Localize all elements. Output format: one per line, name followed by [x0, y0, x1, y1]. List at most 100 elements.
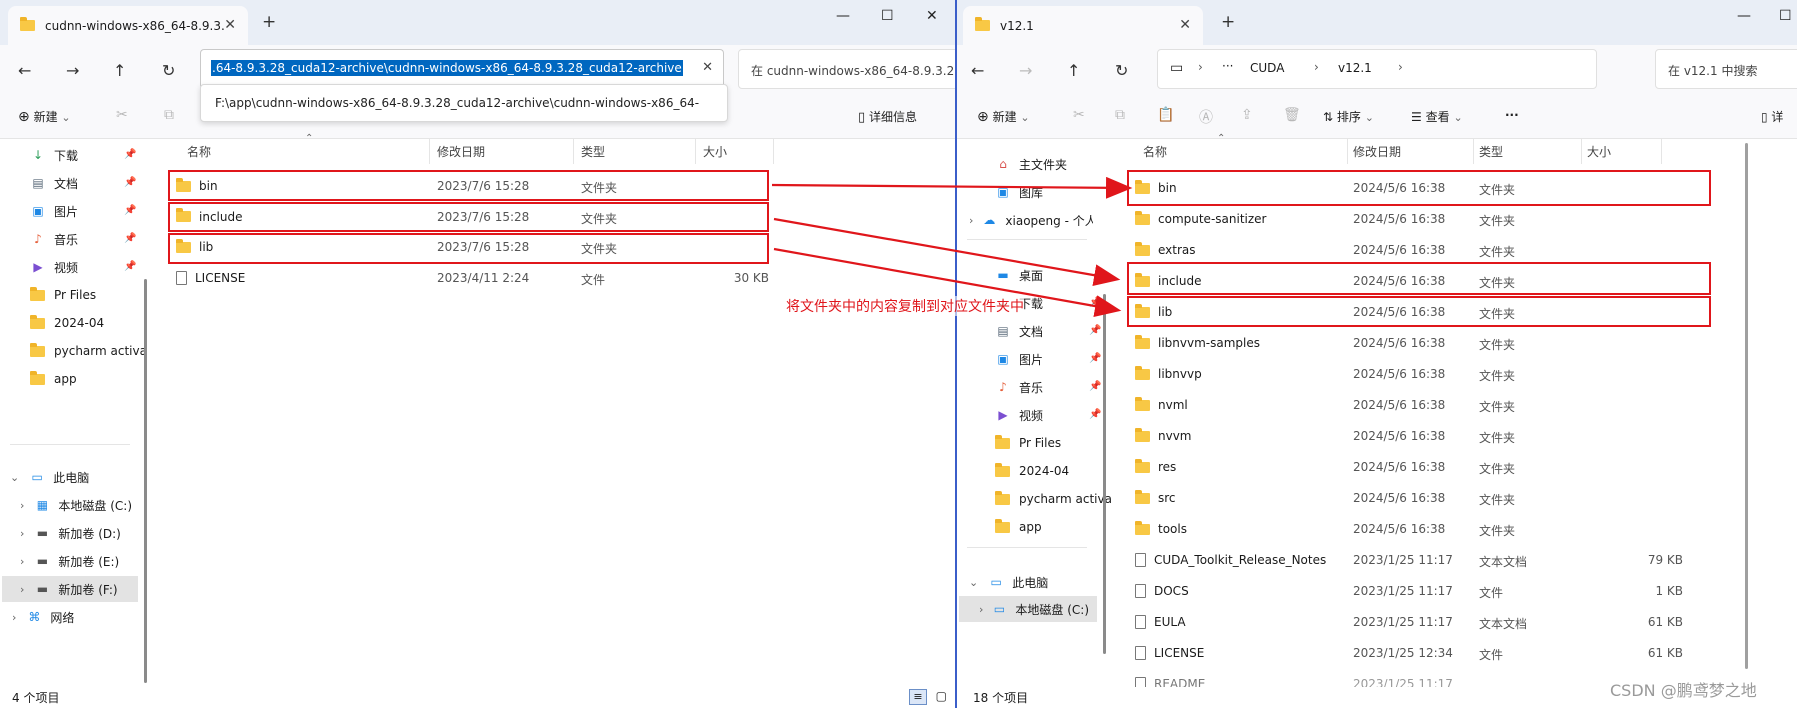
file-date: 2024/5/6 16:38: [1353, 243, 1446, 257]
nav-this-pc[interactable]: ⌄ ▭ 此电脑: [969, 570, 1048, 594]
address-input[interactable]: .64-8.9.3.28_cuda12-archive\cudnn-window…: [200, 49, 724, 89]
nav-drive-c[interactable]: › ▭ 本地磁盘 (C:): [979, 597, 1089, 621]
paste-icon[interactable]: 📋: [1157, 107, 1174, 123]
file-row[interactable]: compute-sanitizer: [1135, 207, 1266, 231]
col-size[interactable]: 大小: [703, 139, 727, 163]
tiles-view-icon[interactable]: ▢: [936, 689, 947, 703]
nav-desktop[interactable]: ▬ 桌面: [995, 263, 1043, 287]
nav-onedrive[interactable]: › ☁ xiaopeng - 个人: [969, 208, 1093, 232]
file-row[interactable]: src: [1135, 486, 1176, 510]
col-type[interactable]: 类型: [1479, 139, 1503, 163]
col-date[interactable]: 修改日期: [1353, 139, 1401, 163]
file-row[interactable]: CUDA_Toolkit_Release_Notes: [1135, 548, 1326, 572]
file-row[interactable]: libnvvp: [1135, 362, 1202, 386]
file-row[interactable]: LICENSE: [176, 266, 245, 290]
nav-gallery[interactable]: ▣ 图库: [995, 180, 1043, 204]
delete-icon[interactable]: 🗑: [1283, 107, 1301, 123]
col-size[interactable]: 大小: [1587, 139, 1611, 163]
col-date[interactable]: 修改日期: [437, 139, 485, 163]
new-tab-icon[interactable]: +: [262, 12, 276, 32]
file-row[interactable]: nvvm: [1135, 424, 1192, 448]
forward-icon[interactable]: →: [66, 61, 79, 80]
nav-network[interactable]: › ⌘ 网络: [12, 605, 74, 629]
nav-drive[interactable]: › ▬ 新加卷 (E:): [20, 549, 119, 573]
more-options-button[interactable]: ···: [1505, 108, 1519, 122]
sidebar-item-quick[interactable]: ▣ 图片: [995, 347, 1043, 371]
col-name[interactable]: 名称: [187, 139, 211, 163]
sidebar-item-quick[interactable]: ▶ 视频: [30, 255, 78, 279]
address-suggestion-dropdown[interactable]: F:\app\cudnn-windows-x86_64-8.9.3.28_cud…: [200, 84, 728, 122]
minimize-icon[interactable]: —: [836, 8, 850, 24]
details-button[interactable]: ▯ 详细信息: [858, 108, 917, 125]
col-name[interactable]: 名称: [1143, 139, 1167, 163]
breadcrumb-v121[interactable]: v12.1: [1338, 61, 1372, 75]
back-icon[interactable]: ←: [18, 61, 31, 80]
file-row[interactable]: EULA: [1135, 610, 1186, 634]
col-type[interactable]: 类型: [581, 139, 605, 163]
file-row[interactable]: LICENSE: [1135, 641, 1204, 665]
maximize-icon[interactable]: ☐: [1779, 8, 1792, 24]
close-tab-icon[interactable]: ✕: [224, 17, 236, 33]
nav-scrollbar[interactable]: [1103, 294, 1106, 654]
nav-home[interactable]: ⌂ 主文件夹: [995, 152, 1067, 176]
rename-icon[interactable]: Ⓐ: [1199, 107, 1213, 127]
right-active-tab[interactable]: v12.1 ✕: [963, 6, 1203, 45]
forward-icon[interactable]: →: [1019, 61, 1032, 80]
search-input[interactable]: 在 cudnn-windows-x86_64-8.9.3.28: [738, 49, 955, 89]
sidebar-item-quick[interactable]: ▣ 图片: [30, 199, 78, 223]
sidebar-item-quick[interactable]: Pr Files: [995, 431, 1061, 455]
file-row[interactable]: extras: [1135, 238, 1196, 262]
close-window-icon[interactable]: ✕: [926, 8, 938, 24]
sidebar-item-quick[interactable]: 2024-04: [30, 311, 104, 335]
sidebar-item-quick[interactable]: app: [30, 367, 77, 391]
clear-address-icon[interactable]: ✕: [702, 60, 713, 75]
nav-drive[interactable]: › ▬ 新加卷 (D:): [20, 521, 121, 545]
copy-icon[interactable]: ⧉: [164, 107, 174, 123]
file-row[interactable]: nvml: [1135, 393, 1188, 417]
file-row[interactable]: DOCS: [1135, 579, 1189, 603]
up-icon[interactable]: ↑: [1067, 61, 1080, 80]
sidebar-item-quick[interactable]: ▶ 视频: [995, 403, 1043, 427]
cut-icon[interactable]: ✂: [1073, 107, 1085, 123]
list-scrollbar[interactable]: [1745, 143, 1748, 669]
details-view-icon[interactable]: ≡: [909, 689, 927, 705]
nav-scrollbar[interactable]: [144, 279, 147, 683]
cut-icon[interactable]: ✂: [116, 107, 128, 123]
sidebar-item-quick[interactable]: pycharm activa: [995, 487, 1111, 511]
refresh-icon[interactable]: ↻: [1115, 61, 1128, 80]
up-icon[interactable]: ↑: [113, 61, 126, 80]
back-icon[interactable]: ←: [971, 61, 984, 80]
breadcrumb-cuda[interactable]: CUDA: [1250, 61, 1284, 75]
new-button[interactable]: ⊕ 新建 ⌄: [18, 108, 71, 125]
sidebar-item-quick[interactable]: Pr Files: [30, 283, 96, 307]
close-tab-icon[interactable]: ✕: [1179, 17, 1191, 33]
nav-drive[interactable]: › ▬ 新加卷 (F:): [20, 577, 118, 601]
search-input[interactable]: 在 v12.1 中搜索: [1655, 49, 1797, 89]
sidebar-item-quick[interactable]: ♪ 音乐: [995, 375, 1043, 399]
sidebar-item-quick[interactable]: 2024-04: [995, 459, 1069, 483]
nav-this-pc[interactable]: ⌄ ▭ 此电脑: [10, 465, 89, 489]
file-row[interactable]: tools: [1135, 517, 1187, 541]
new-button[interactable]: ⊕ 新建 ⌄: [977, 108, 1030, 125]
new-tab-icon[interactable]: +: [1221, 12, 1235, 32]
nav-drive[interactable]: › ▦ 本地磁盘 (C:): [20, 493, 132, 517]
more-path-icon[interactable]: ···: [1222, 59, 1233, 73]
left-active-tab[interactable]: cudnn-windows-x86_64-8.9.3.28_cuda12-arc…: [8, 6, 248, 45]
sidebar-item-quick[interactable]: pycharm activa: [30, 339, 146, 363]
details-pane-icon[interactable]: ▯ 详: [1761, 108, 1783, 125]
sidebar-item-quick[interactable]: ↓ 下载: [30, 143, 78, 167]
share-icon[interactable]: ⇪: [1241, 107, 1253, 123]
copy-icon[interactable]: ⧉: [1115, 107, 1125, 123]
sidebar-item-quick[interactable]: ♪ 音乐: [30, 227, 78, 251]
sort-button[interactable]: ⇅ 排序 ⌄: [1323, 108, 1374, 125]
minimize-icon[interactable]: —: [1737, 8, 1751, 24]
sidebar-item-quick[interactable]: app: [995, 515, 1042, 539]
sidebar-item-quick[interactable]: ▤ 文档: [30, 171, 78, 195]
refresh-icon[interactable]: ↻: [162, 61, 175, 80]
breadcrumb[interactable]: ▭ › ··· CUDA › v12.1 ›: [1157, 49, 1597, 89]
view-button[interactable]: ☰ 查看 ⌄: [1411, 108, 1463, 125]
file-row[interactable]: res: [1135, 455, 1176, 479]
maximize-icon[interactable]: ☐: [881, 8, 894, 24]
file-row[interactable]: libnvvm-samples: [1135, 331, 1260, 355]
sidebar-item-quick[interactable]: ▤ 文档: [995, 319, 1043, 343]
